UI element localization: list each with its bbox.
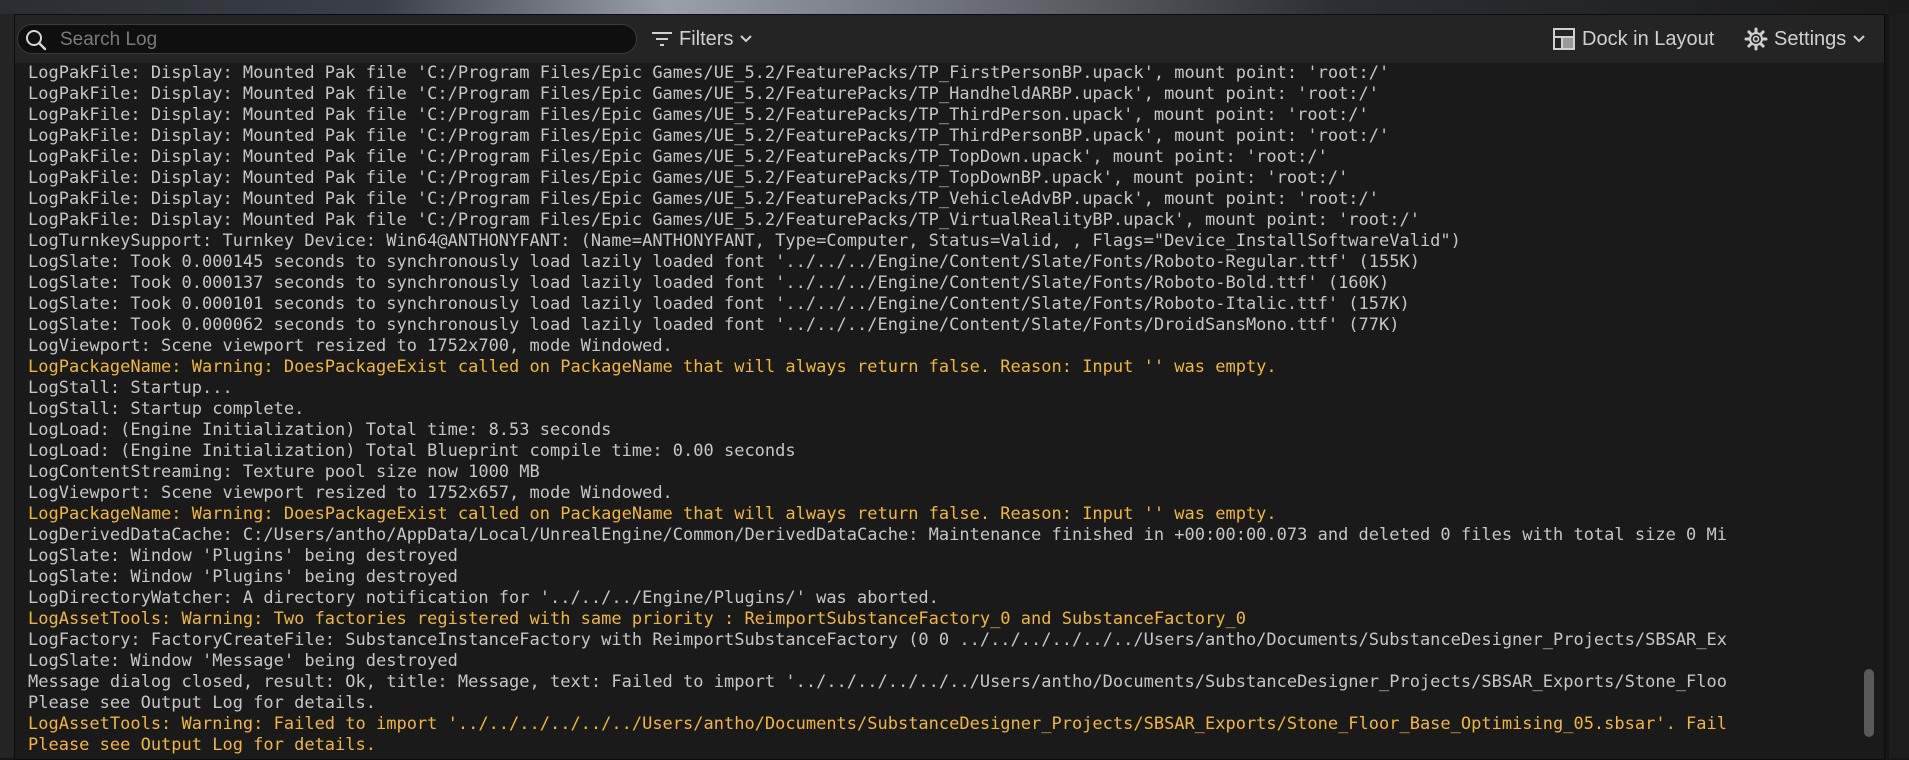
- settings-label: Settings: [1774, 27, 1847, 50]
- log-line: LogViewport: Scene viewport resized to 1…: [28, 336, 673, 356]
- log-line: LogSlate: Window 'Plugins' being destroy…: [28, 546, 458, 566]
- editor-viewport-background: [0, 0, 1909, 14]
- log-line: LogTurnkeySupport: Turnkey Device: Win64…: [28, 231, 1461, 251]
- filters-label: Filters: [679, 27, 734, 50]
- chevron-down-icon: [1853, 35, 1865, 43]
- log-scrollbar-thumb[interactable]: [1864, 669, 1874, 737]
- output-log-panel: Filters Dock in Layout: [14, 14, 1885, 760]
- log-line: Please see Output Log for details.: [28, 693, 376, 713]
- log-line-warning: LogPackageName: Warning: DoesPackageExis…: [28, 357, 1277, 377]
- log-line: LogDirectoryWatcher: A directory notific…: [28, 588, 939, 608]
- search-box[interactable]: [17, 24, 637, 55]
- log-line: LogDerivedDataCache: C:/Users/antho/AppD…: [28, 525, 1727, 545]
- log-line: LogLoad: (Engine Initialization) Total t…: [28, 420, 612, 440]
- log-line: LogSlate: Window 'Plugins' being destroy…: [28, 567, 458, 587]
- dock-in-layout-button[interactable]: Dock in Layout: [1552, 24, 1720, 54]
- log-line: LogPakFile: Display: Mounted Pak file 'C…: [28, 147, 1328, 167]
- filters-button[interactable]: Filters: [651, 24, 753, 54]
- chevron-down-icon: [740, 35, 753, 43]
- log-line: LogPakFile: Display: Mounted Pak file 'C…: [28, 63, 1390, 83]
- log-output-area[interactable]: LogPakFile: Display: Mounted Pak file 'C…: [28, 63, 1858, 759]
- log-line: LogLoad: (Engine Initialization) Total B…: [28, 441, 796, 461]
- log-line-warning: LogPackageName: Warning: DoesPackageExis…: [28, 504, 1277, 524]
- search-icon: [26, 30, 47, 51]
- log-line: LogSlate: Took 0.000062 seconds to synch…: [28, 315, 1400, 335]
- log-scrollbar[interactable]: [1862, 63, 1874, 759]
- log-line: LogPakFile: Display: Mounted Pak file 'C…: [28, 126, 1390, 146]
- log-line-warning: Please see Output Log for details.: [28, 735, 376, 755]
- log-line: LogContentStreaming: Texture pool size n…: [28, 462, 540, 482]
- log-line: LogFactory: FactoryCreateFile: Substance…: [28, 630, 1727, 650]
- log-line: LogViewport: Scene viewport resized to 1…: [28, 483, 673, 503]
- settings-button[interactable]: Settings: [1744, 24, 1866, 54]
- log-line: LogPakFile: Display: Mounted Pak file 'C…: [28, 210, 1420, 230]
- log-line-warning: LogAssetTools: Warning: Two factories re…: [28, 609, 1246, 629]
- log-line: LogSlate: Took 0.000137 seconds to synch…: [28, 273, 1390, 293]
- search-input[interactable]: [58, 25, 622, 55]
- log-line: LogSlate: Took 0.000145 seconds to synch…: [28, 252, 1420, 272]
- log-line: LogStall: Startup complete.: [28, 399, 305, 419]
- dock-in-layout-label: Dock in Layout: [1582, 27, 1715, 50]
- editor-right-strip: [1889, 14, 1909, 758]
- log-line: LogPakFile: Display: Mounted Pak file 'C…: [28, 84, 1380, 104]
- filter-icon: [652, 32, 672, 46]
- log-line: LogSlate: Took 0.000101 seconds to synch…: [28, 294, 1410, 314]
- log-line-warning: LogAssetTools: Warning: Failed to import…: [28, 714, 1727, 734]
- log-line: Message dialog closed, result: Ok, title…: [28, 672, 1727, 692]
- editor-side-panel: [0, 14, 14, 758]
- log-line: LogPakFile: Display: Mounted Pak file 'C…: [28, 105, 1369, 125]
- log-line: LogStall: Startup...: [28, 378, 233, 398]
- log-line: LogPakFile: Display: Mounted Pak file 'C…: [28, 168, 1349, 188]
- gear-icon: [1744, 27, 1768, 51]
- log-line: LogSlate: Window 'Message' being destroy…: [28, 651, 458, 671]
- log-line: LogPakFile: Display: Mounted Pak file 'C…: [28, 189, 1380, 209]
- dock-layout-icon: [1553, 28, 1575, 50]
- output-log-toolbar: Filters Dock in Layout: [15, 15, 1884, 63]
